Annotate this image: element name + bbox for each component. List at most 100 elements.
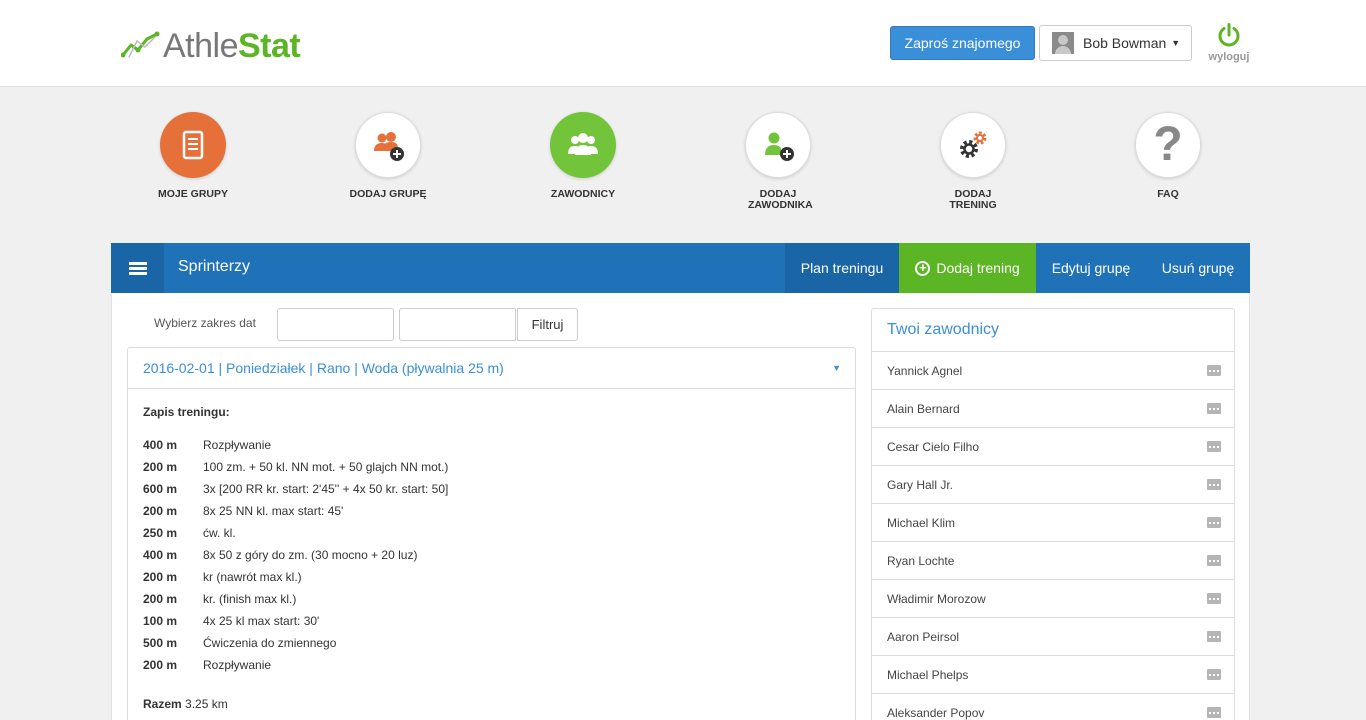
athlete-name: Alain Bernard [887,401,960,416]
logout-label: wyloguj [1208,51,1250,63]
nav-add-group[interactable]: DODAJ GRUPĘ [318,112,458,200]
tab-delete-group[interactable]: Usuń grupę [1146,243,1250,293]
hamburger-menu-button[interactable] [111,243,164,293]
workout-row: 100 m 4x 25 kl max start: 30' [143,614,840,636]
total-value: 3.25 km [185,697,228,711]
workout-header[interactable]: 2016-02-01 | Poniedziałek | Rano | Woda … [128,348,855,389]
athlete-name: Aleksander Popov [887,705,985,720]
athletes-icon [568,133,598,155]
nav-circle [745,112,811,178]
logo-text-stat: Stat [238,26,301,65]
workout-distance: 200 m [143,570,178,584]
more-options-icon[interactable] [1207,555,1221,566]
workout-rows: 400 m Rozpływanie 200 m 100 zm. + 50 kl. NN… [143,438,840,680]
nav-circle [940,112,1006,178]
tab-training-plan[interactable]: Plan treningu [785,243,899,293]
athlete-row[interactable]: Władimir Morozow [871,580,1235,618]
more-options-icon[interactable] [1207,631,1221,642]
more-options-icon[interactable] [1207,669,1221,680]
workout-distance: 200 m [143,592,178,606]
workout-row: 400 m 8x 50 z góry do zm. (30 mocno + 20 … [143,548,840,570]
tab-edit-group[interactable]: Edytuj grupę [1036,243,1146,293]
workout-total: Razem 3.25 km [143,697,840,711]
athlete-row[interactable]: Michael Phelps [871,656,1235,694]
more-options-icon[interactable] [1207,707,1221,718]
question-icon: ? [1153,118,1183,171]
more-options-icon[interactable] [1207,365,1221,376]
workout-row: 200 m Rozpływanie [143,658,840,680]
more-options-icon[interactable] [1207,441,1221,452]
workout-row: 250 m ćw. kl. [143,526,840,548]
athlete-name: Władimir Morozow [887,591,986,606]
workout-distance: 200 m [143,504,178,518]
workout-row: 200 m kr. (finish max kl.) [143,592,840,614]
tab-add-training-label: Dodaj trening [936,260,1020,276]
plus-circle-icon: + [915,260,931,276]
athlete-row[interactable]: Yannick Agnel [871,352,1235,390]
gears-icon [960,131,987,158]
date-range-label: Wybierz zakres dat [154,316,256,330]
workout-row: 600 m 3x [200 RR kr. start: 2'45'' + 4x 5… [143,482,840,504]
athlete-row[interactable]: Gary Hall Jr. [871,466,1235,504]
workout-description: 8x 50 z góry do zm. (30 mocno + 20 luz) [203,548,418,562]
nav-circle [160,112,226,178]
athletes-title: Twoi zawodnicy [871,308,1235,352]
group-title: Sprinterzy [178,258,251,275]
workout-row: 500 m Ćwiczenia do zmiennego [143,636,840,658]
workout-description: kr. (finish max kl.) [203,592,297,606]
workout-distance: 400 m [143,438,178,452]
workout-description: kr (nawrót max kl.) [203,570,302,584]
athlete-row[interactable]: Aaron Peirsol [871,618,1235,656]
chevron-down-icon[interactable]: ▼ [832,363,841,373]
list-icon [182,130,204,160]
logout-button[interactable]: wyloguj [1206,22,1252,63]
nav-add-athlete[interactable]: DODAJ ZAWODNIKA [708,112,848,211]
power-icon [1218,23,1240,47]
nav-label: DODAJ ZAWODNIKA [748,188,813,211]
add-group-icon [374,132,404,161]
workout-distance: 100 m [143,614,178,628]
nav-faq[interactable]: ? FAQ [1098,112,1238,200]
athletes-panel: Twoi zawodnicy Yannick Agnel Alain Bernar… [871,308,1235,720]
workout-row: 200 m kr (nawrót max kl.) [143,570,840,592]
invite-friend-button[interactable]: Zaproś znajomego [890,26,1035,60]
group-bar: Sprinterzy Plan treningu + Dodaj trening… [111,243,1250,293]
athlete-name: Yannick Agnel [887,363,963,378]
athlete-name: Gary Hall Jr. [887,477,954,492]
avatar [1052,32,1074,54]
nav-label: DODAJ TRENING [949,188,997,211]
logo-text: AthleStat [163,26,301,66]
workout-description: 100 zm. + 50 kl. NN mot. + 50 glajch NN … [203,460,449,474]
workout-distance: 200 m [143,658,178,672]
athlete-row[interactable]: Cesar Cielo Filho [871,428,1235,466]
filter-button[interactable]: Filtruj [517,308,578,341]
user-menu-button[interactable]: Bob Bowman ▼ [1039,25,1192,61]
logo[interactable]: AthleStat [121,26,301,66]
more-options-icon[interactable] [1207,403,1221,414]
workout-description: Rozpływanie [203,658,272,672]
athlete-row[interactable]: Ryan Lochte [871,542,1235,580]
top-header: AthleStat Zaproś znajomego Bob Bowman ▼ … [0,0,1366,87]
athlete-row[interactable]: Michael Klim [871,504,1235,542]
nav-label: FAQ [1157,188,1179,200]
athlete-list: Yannick Agnel Alain Bernard Cesar Cielo Fi… [871,352,1235,720]
more-options-icon[interactable] [1207,517,1221,528]
athlete-row[interactable]: Alain Bernard [871,390,1235,428]
workout-row: 200 m 100 zm. + 50 kl. NN mot. + 50 glajc… [143,460,840,482]
athlete-row[interactable]: Aleksander Popov [871,694,1235,720]
logo-chart-icon [121,31,160,58]
more-options-icon[interactable] [1207,593,1221,604]
nav-my-groups[interactable]: MOJE GRUPY [123,112,263,200]
athlete-name: Michael Phelps [887,667,969,682]
workout-section-title: Zapis treningu: [143,405,230,419]
nav-add-training[interactable]: DODAJ TRENING [903,112,1043,211]
date-to-input[interactable] [399,308,516,341]
tab-add-training[interactable]: + Dodaj trening [899,243,1036,293]
date-from-input[interactable] [277,308,394,341]
workout-distance: 400 m [143,548,178,562]
athlete-name: Ryan Lochte [887,553,955,568]
nav-athletes[interactable]: ZAWODNICY [513,112,653,200]
workout-body: Zapis treningu: 400 m Rozpływanie 200 m 100… [128,389,855,720]
more-options-icon[interactable] [1207,479,1221,490]
workout-description: 4x 25 kl max start: 30' [203,614,320,628]
